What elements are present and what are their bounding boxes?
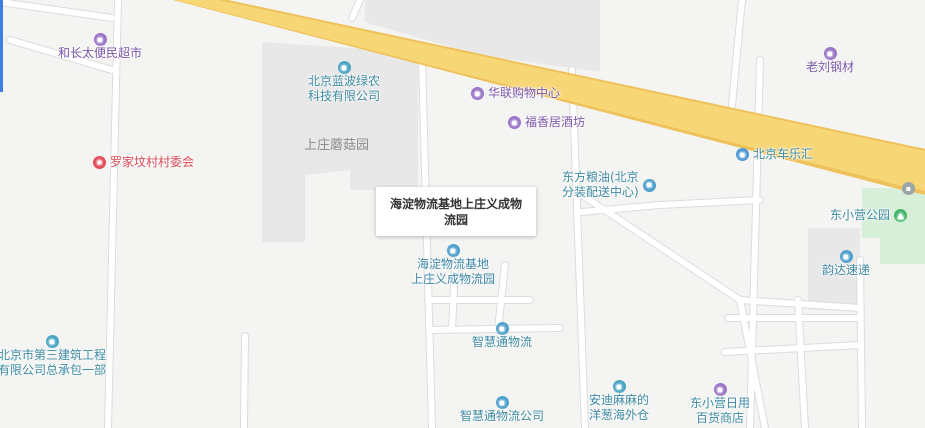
poi-label-line-2: 科技有限公司 — [308, 89, 381, 103]
poi-dongxiaoying-park[interactable]: 东小营公园 ▲ — [830, 208, 908, 223]
poi-label: 福香居酒坊 — [525, 115, 586, 129]
tooltip-line-2: 流园 — [443, 212, 468, 227]
poi-label: 东小营公园 — [830, 208, 891, 222]
poi-label-line-1: 北京市第三建筑工程 — [0, 348, 107, 362]
poi-sanjian[interactable]: ▪ 北京市第三建筑工程 有限公司总承包一部 — [0, 335, 106, 378]
poi-label-line-2: 百货商店 — [696, 411, 745, 425]
poi-lanbo[interactable]: ▪ 北京蓝波绿农 科技有限公司 — [308, 61, 380, 104]
area-label-mushroom-garden: 上庄蘑菇园 — [304, 138, 370, 153]
tooltip-line-1: 海淀物流基地上庄义成物 — [389, 196, 522, 211]
poi-label: 北京车乐汇 — [753, 147, 814, 161]
poi-label-line-2: 分装配送中心) — [562, 185, 639, 199]
poi-label: 韵达速递 — [822, 263, 871, 277]
logistics-icon: ▪ — [495, 396, 509, 409]
shop-icon: ▪ — [713, 383, 727, 396]
poi-label-line-1: 东小营日用 — [690, 396, 751, 410]
poi-fuxiangju[interactable]: ▪ 福香居酒坊 — [508, 115, 585, 130]
poi-andi[interactable]: ▪ 安迪麻麻的 洋葱海外仓 — [589, 380, 649, 423]
poi-zhihuitong-company[interactable]: ▪ 智慧通物流公司 — [460, 396, 544, 424]
poi-dongxiaoying-store[interactable]: ▪ 东小营日用 百货商店 — [690, 383, 750, 426]
poi-yunda[interactable]: ▪ 韵达速递 — [822, 250, 870, 278]
poi-label-line-1: 东方粮油(北京 — [562, 170, 639, 184]
poi-label-line-2: 上庄义成物流园 — [411, 272, 496, 286]
poi-laoliu[interactable]: ▪ 老刘钢材 — [806, 47, 854, 75]
block-park-small — [880, 232, 925, 264]
shop-icon: ▪ — [93, 33, 107, 46]
poi-label-line-1: 海淀物流基地 — [417, 257, 490, 271]
poi-haidian-wuliu[interactable]: ▪ 海淀物流基地 上庄义成物流园 — [411, 244, 495, 287]
poi-label-line-1: 北京蓝波绿农 — [308, 74, 381, 88]
poi-hualian[interactable]: ▪ 华联购物中心 — [471, 86, 560, 101]
poi-label: 和长太便民超市 — [58, 46, 143, 60]
company-icon: ▪ — [612, 380, 626, 393]
logistics-icon: ▪ — [642, 178, 656, 192]
company-icon: ▪ — [45, 335, 59, 348]
logistics-icon: ▪ — [446, 244, 460, 257]
shop-icon: ▪ — [823, 47, 837, 60]
shop-icon: ▪ — [471, 87, 484, 100]
poi-hezhangtai[interactable]: ▪ 和长太便民超市 — [58, 33, 142, 61]
logistics-icon: ▪ — [495, 322, 509, 335]
poi-dongfang[interactable]: 东方粮油(北京 分装配送中心) ▪ — [562, 170, 656, 200]
map-canvas[interactable]: 海淀物流基地上庄义成物 流园 上庄蘑菇园 ▪ 和长太便民超市 ▪ 北京蓝波绿农 … — [0, 0, 925, 428]
poi-label-line-2: 有限公司总承包一部 — [0, 363, 107, 377]
map-side-tab[interactable] — [0, 0, 3, 92]
poi-chelehui[interactable]: ▪ 北京车乐汇 — [736, 147, 813, 162]
poi-label-line-2: 洋葱海外仓 — [589, 408, 650, 422]
logistics-icon: ▪ — [839, 250, 853, 263]
poi-label: 智慧通物流 — [472, 335, 533, 349]
shop-icon: ▪ — [508, 116, 521, 129]
poi-label: 智慧通物流公司 — [460, 409, 545, 423]
selected-poi-tooltip[interactable]: 海淀物流基地上庄义成物 流园 — [376, 187, 536, 236]
park-icon: ▲ — [894, 209, 908, 222]
government-icon: ★ — [93, 156, 106, 169]
poi-label: 华联购物中心 — [488, 86, 561, 100]
poi-luojiafen[interactable]: ★ 罗家坟村村委会 — [93, 155, 194, 170]
poi-label: 罗家坟村村委会 — [110, 155, 195, 169]
poi-label-line-1: 安迪麻麻的 — [589, 393, 650, 407]
map-marker-icon[interactable]: ▪ — [902, 182, 915, 195]
poi-label: 老刘钢材 — [806, 60, 855, 74]
poi-zhihuitong[interactable]: ▪ 智慧通物流 — [472, 322, 532, 350]
company-icon: ▪ — [337, 61, 351, 74]
car-icon: ▪ — [736, 148, 749, 161]
